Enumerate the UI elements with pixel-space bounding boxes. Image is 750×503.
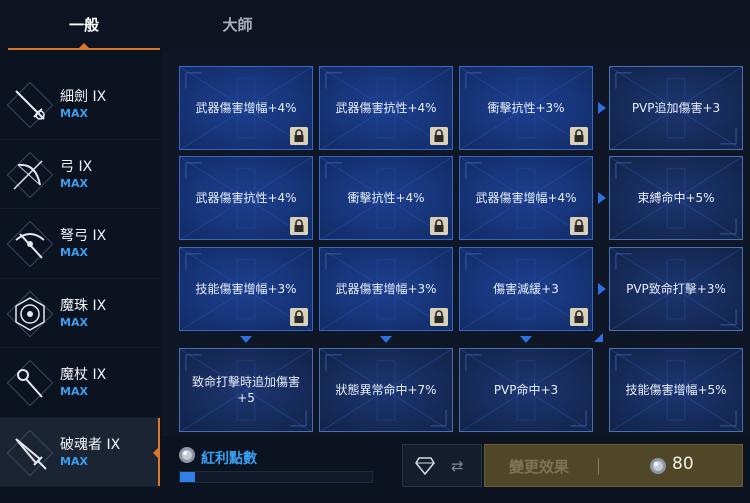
selected-caret-icon bbox=[153, 447, 158, 458]
effect-label: 武器傷害抗性+4% bbox=[335, 101, 437, 115]
effect-cell[interactable]: PVP命中+3 bbox=[459, 348, 593, 432]
rapier-icon bbox=[6, 81, 54, 129]
cost-coin-icon bbox=[650, 458, 666, 474]
effect-label: PVP致命打擊+3% bbox=[626, 282, 726, 296]
lock-icon bbox=[570, 127, 588, 145]
orb-icon bbox=[6, 290, 54, 337]
effect-grid: 武器傷害增幅+4% 武器傷害抗性+4% 衝擊抗性+3% PVP追加傷害+3 武器傷害抗性… bbox=[162, 50, 750, 436]
tab-active-caret-icon bbox=[79, 43, 89, 48]
arrow-right-icon bbox=[598, 102, 606, 114]
effect-cell[interactable]: 武器傷害增幅+4% bbox=[179, 66, 313, 150]
effect-label: PVP命中+3 bbox=[493, 383, 559, 397]
divider bbox=[598, 458, 599, 475]
weapon-name: 弓 IX bbox=[60, 158, 93, 175]
lock-icon bbox=[290, 217, 308, 235]
effect-cell[interactable]: 武器傷害增幅+4% bbox=[459, 156, 593, 240]
corner-arrow-icon bbox=[594, 333, 603, 342]
swap-arrows-icon: ⇄ bbox=[451, 457, 464, 475]
diamond-icon bbox=[415, 457, 435, 475]
bonus-points-label: 紅利點數 bbox=[201, 451, 257, 467]
effect-cell[interactable]: 技能傷害增幅+3% bbox=[179, 247, 313, 331]
effect-label: 技能傷害增幅+3% bbox=[195, 282, 297, 296]
tab-general-label: 一般 bbox=[68, 16, 99, 34]
effect-label: 衝擊抗性+4% bbox=[347, 191, 425, 205]
arrow-down-icon bbox=[520, 336, 532, 343]
weapon-level: MAX bbox=[60, 107, 88, 120]
arrow-right-icon bbox=[598, 192, 606, 204]
effect-cell[interactable]: 衝擊抗性+3% bbox=[459, 66, 593, 150]
bow-icon bbox=[6, 151, 54, 198]
lock-icon bbox=[290, 127, 308, 145]
lock-icon bbox=[430, 308, 448, 326]
weapon-item-rapier[interactable]: 細劍 IX MAX bbox=[0, 70, 160, 140]
weapon-item-soulbreaker[interactable]: 破魂者 IX MAX bbox=[0, 417, 160, 487]
weapon-item-crossbow[interactable]: 弩弓 IX MAX bbox=[0, 209, 160, 279]
weapon-item-orb[interactable]: 魔珠 IX MAX bbox=[0, 279, 160, 348]
wand-icon bbox=[6, 359, 54, 407]
effect-cell[interactable]: 武器傷害抗性+4% bbox=[179, 156, 313, 240]
arrow-down-icon bbox=[380, 336, 392, 343]
weapon-list: 細劍 IX MAX 弓 IX MAX 弩弓 IX MAX 魔珠 IX MAX 魔… bbox=[0, 70, 160, 503]
effect-cell[interactable]: 技能傷害增幅+5% bbox=[609, 348, 743, 432]
swap-currency-button[interactable]: ⇄ bbox=[402, 444, 482, 487]
arrow-down-icon bbox=[240, 336, 252, 343]
effect-cell[interactable]: 狀態異常命中+7% bbox=[319, 348, 453, 432]
effect-label: 武器傷害增幅+4% bbox=[475, 191, 577, 205]
tab-master-label: 大師 bbox=[222, 16, 253, 34]
change-effect-button[interactable]: 變更效果 80 bbox=[484, 444, 743, 487]
soulbreaker-sword-icon bbox=[6, 429, 54, 476]
effect-label: 技能傷害增幅+5% bbox=[625, 383, 727, 397]
change-effect-label: 變更效果 bbox=[509, 458, 570, 476]
tab-master[interactable]: 大師 bbox=[160, 0, 315, 50]
bonus-progress-bar bbox=[179, 471, 373, 483]
weapon-name: 細劍 IX bbox=[60, 89, 107, 105]
weapon-item-bow[interactable]: 弓 IX MAX bbox=[0, 140, 160, 209]
weapon-name: 魔杖 IX bbox=[60, 367, 107, 383]
arrow-right-icon bbox=[598, 283, 606, 295]
crossbow-icon bbox=[6, 220, 54, 268]
effect-cell[interactable]: 致命打擊時追加傷害+5 bbox=[179, 348, 313, 432]
effect-label: 衝擊抗性+3% bbox=[487, 101, 565, 115]
effect-label: 狀態異常命中+7% bbox=[335, 383, 437, 397]
effect-label: 束縛命中+5% bbox=[637, 191, 715, 205]
effect-cell[interactable]: 武器傷害抗性+4% bbox=[319, 66, 453, 150]
lock-icon bbox=[290, 308, 308, 326]
effect-cell[interactable]: 傷害減緩+3 bbox=[459, 247, 593, 331]
lock-icon bbox=[570, 308, 588, 326]
effect-cell[interactable]: 束縛命中+5% bbox=[609, 156, 743, 240]
weapon-level: MAX bbox=[60, 385, 88, 398]
change-effect-cost: 80 bbox=[672, 454, 694, 474]
effect-label: 武器傷害增幅+4% bbox=[195, 101, 297, 115]
effect-label: 致命打擊時追加傷害+5 bbox=[191, 375, 300, 405]
effect-label: PVP追加傷害+3 bbox=[631, 101, 721, 115]
effect-cell[interactable]: 衝擊抗性+4% bbox=[319, 156, 453, 240]
weapon-name: 弩弓 IX bbox=[60, 228, 107, 244]
effect-cell[interactable]: PVP追加傷害+3 bbox=[609, 66, 743, 150]
lock-icon bbox=[430, 217, 448, 235]
tab-bar: 一般 大師 bbox=[0, 0, 750, 50]
bonus-coin-icon bbox=[179, 447, 195, 463]
lock-icon bbox=[570, 217, 588, 235]
effect-cell[interactable]: PVP致命打擊+3% bbox=[609, 247, 743, 331]
effect-label: 武器傷害抗性+4% bbox=[195, 191, 297, 205]
weapon-item-wand[interactable]: 魔杖 IX MAX bbox=[0, 348, 160, 418]
effect-cell[interactable]: 武器傷害增幅+3% bbox=[319, 247, 453, 331]
effect-label: 武器傷害增幅+3% bbox=[335, 282, 437, 296]
tab-general[interactable]: 一般 bbox=[8, 0, 160, 50]
weapon-level: MAX bbox=[60, 315, 88, 329]
weapon-level: MAX bbox=[60, 246, 88, 259]
weapon-level: MAX bbox=[60, 176, 88, 190]
bonus-progress-fill bbox=[180, 472, 196, 482]
weapon-name: 魔珠 IX bbox=[60, 297, 107, 314]
weapon-level: MAX bbox=[60, 454, 88, 468]
lock-icon bbox=[430, 127, 448, 145]
effect-label: 傷害減緩+3 bbox=[493, 282, 559, 296]
weapon-name: 破魂者 IX bbox=[60, 436, 121, 453]
